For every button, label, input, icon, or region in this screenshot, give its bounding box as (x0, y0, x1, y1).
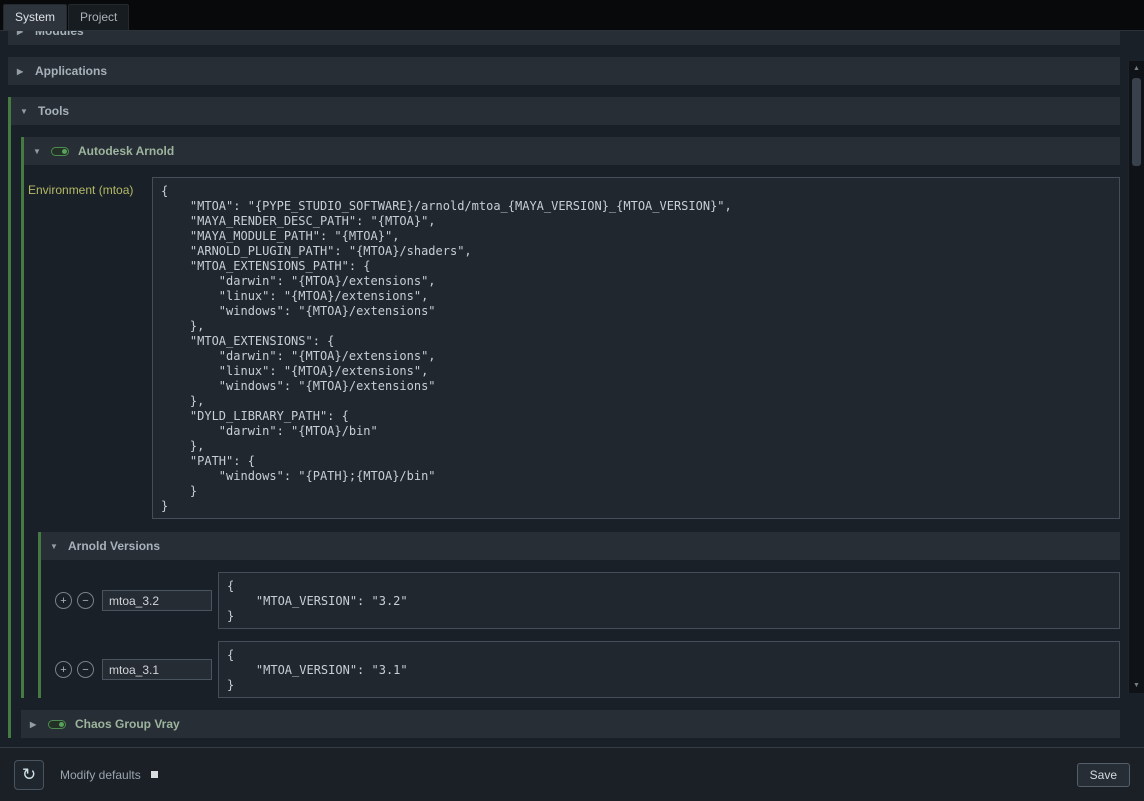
section-label-arnold: Autodesk Arnold (78, 144, 174, 158)
version-row: + − { "MTOA_VERSION": "3.2" } (55, 572, 1120, 629)
section-group-tools: ▼ Tools ▼ Autodesk Arnold Environment (m… (8, 97, 1120, 738)
refresh-icon: ↻ (22, 765, 36, 785)
section-label-vray: Chaos Group Vray (75, 717, 180, 731)
version-row: + − { "MTOA_VERSION": "3.1" } (55, 641, 1120, 698)
section-header-arnold-versions[interactable]: ▼ Arnold Versions (41, 532, 1120, 560)
save-button[interactable]: Save (1077, 763, 1130, 787)
vertical-scrollbar[interactable]: ▲ ▼ (1128, 61, 1144, 693)
scroll-up-icon[interactable]: ▲ (1129, 61, 1144, 76)
row-buttons: + − (55, 592, 94, 609)
chevron-down-icon: ▼ (20, 107, 29, 116)
section-header-tools[interactable]: ▼ Tools (11, 97, 1120, 125)
enabled-toggle-icon[interactable] (48, 720, 66, 729)
section-label-arnold-versions: Arnold Versions (68, 539, 160, 553)
environment-field-label: Environment (mtoa) (28, 177, 148, 197)
scrollbar-thumb[interactable] (1132, 78, 1141, 166)
version-json-editor[interactable]: { "MTOA_VERSION": "3.1" } (218, 641, 1120, 698)
scroll-down-icon[interactable]: ▼ (1129, 678, 1144, 693)
version-key-input[interactable] (102, 590, 212, 611)
tab-bar: System Project (0, 0, 1144, 30)
section-group-arnold: ▼ Autodesk Arnold Environment (mtoa) { "… (21, 137, 1120, 698)
chevron-down-icon: ▼ (33, 147, 42, 156)
environment-json-editor[interactable]: { "MTOA": "{PYPE_STUDIO_SOFTWARE}/arnold… (152, 177, 1120, 519)
section-header-arnold[interactable]: ▼ Autodesk Arnold (24, 137, 1120, 165)
section-header-applications[interactable]: ▶ Applications (8, 57, 1120, 85)
section-header-modules[interactable]: ▶ Modules (8, 31, 1120, 45)
arnold-section-body: Environment (mtoa) { "MTOA": "{PYPE_STUD… (24, 177, 1120, 698)
version-key-input[interactable] (102, 659, 212, 680)
tab-system[interactable]: System (3, 4, 67, 30)
section-label-applications: Applications (35, 64, 107, 78)
row-buttons: + − (55, 661, 94, 678)
chevron-right-icon: ▶ (30, 720, 39, 729)
remove-item-button[interactable]: − (77, 592, 94, 609)
arnold-versions-body: + − { "MTOA_VERSION": "3.2" } (41, 572, 1120, 698)
settings-content: ▶ Modules ▶ Applications ▼ Tools ▼ (0, 31, 1128, 738)
section-group-arnold-versions: ▼ Arnold Versions + − (38, 532, 1120, 698)
chevron-right-icon: ▶ (17, 67, 26, 76)
enabled-toggle-icon[interactable] (51, 147, 69, 156)
chevron-down-icon: ▼ (50, 542, 59, 551)
version-json-editor[interactable]: { "MTOA_VERSION": "3.2" } (218, 572, 1120, 629)
tab-project[interactable]: Project (68, 4, 129, 30)
settings-pane: ▶ Modules ▶ Applications ▼ Tools ▼ (0, 30, 1144, 747)
section-header-vray[interactable]: ▶ Chaos Group Vray (21, 710, 1120, 738)
modify-defaults-label: Modify defaults (60, 768, 141, 782)
chevron-right-icon: ▶ (17, 31, 26, 36)
add-item-button[interactable]: + (55, 661, 72, 678)
environment-field-row: Environment (mtoa) { "MTOA": "{PYPE_STUD… (28, 177, 1120, 519)
section-label-tools: Tools (38, 104, 69, 118)
settings-scroll-area: ▶ Modules ▶ Applications ▼ Tools ▼ (0, 31, 1128, 747)
modify-defaults-checkbox[interactable] (151, 771, 158, 778)
remove-item-button[interactable]: − (77, 661, 94, 678)
footer-bar: ↻ Modify defaults Save (0, 747, 1144, 801)
section-label-modules: Modules (35, 31, 84, 38)
tools-section-body: ▼ Autodesk Arnold Environment (mtoa) { "… (11, 137, 1120, 738)
refresh-button[interactable]: ↻ (14, 760, 44, 790)
add-item-button[interactable]: + (55, 592, 72, 609)
